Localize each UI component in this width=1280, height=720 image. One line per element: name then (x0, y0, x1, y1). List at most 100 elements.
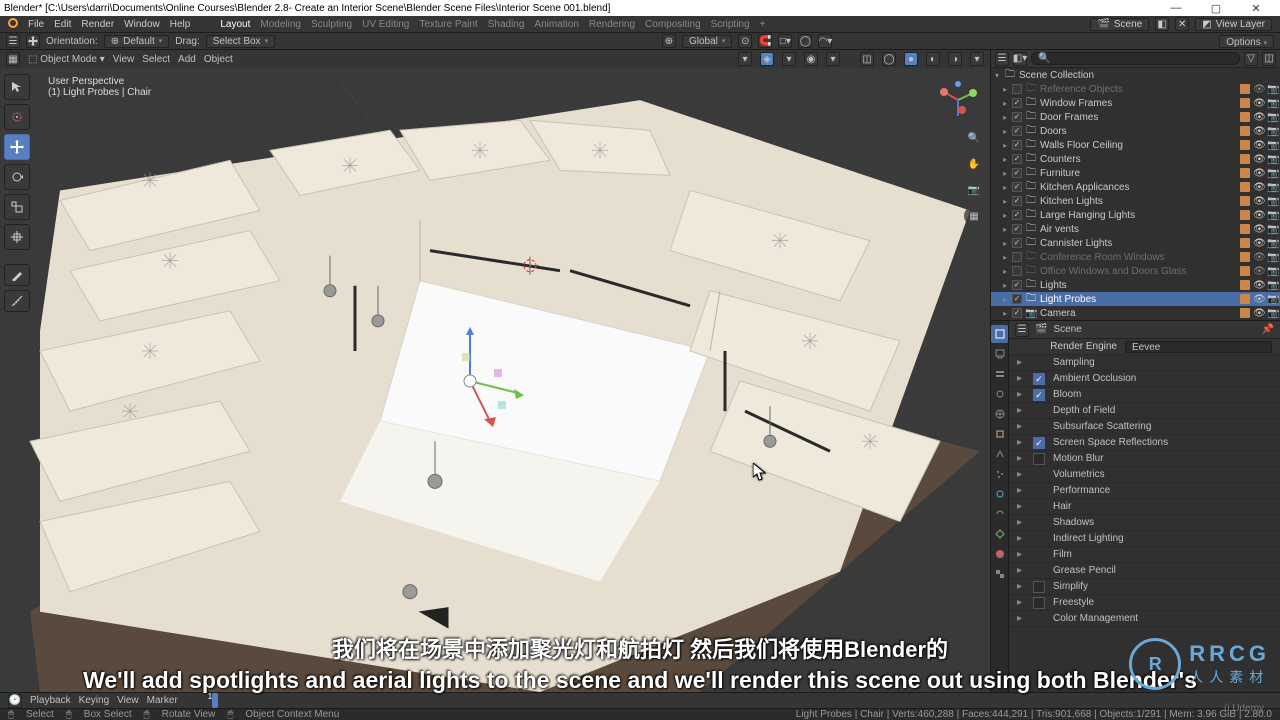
falloff-icon[interactable]: ◠▾ (818, 34, 832, 48)
visibility-icon[interactable]: 👁 (1253, 308, 1264, 319)
disable-icon[interactable]: 📷 (1267, 84, 1278, 95)
tool-move-icon[interactable] (26, 34, 40, 48)
tl-marker[interactable]: Marker (147, 695, 178, 706)
collection-enable-checkbox[interactable] (1012, 126, 1022, 136)
props-panel-header[interactable]: ▸Film (1009, 547, 1280, 563)
shading-options-icon[interactable]: ▾ (970, 52, 984, 66)
tl-keying[interactable]: Keying (79, 695, 110, 706)
tool-cursor-icon[interactable]: ☰ (6, 34, 20, 48)
panel-twist-icon[interactable]: ▸ (1017, 389, 1025, 400)
props-panel-header[interactable]: ▸Shadows (1009, 515, 1280, 531)
disable-icon[interactable]: 📷 (1267, 168, 1278, 179)
workspace-tab-compositing[interactable]: Compositing (645, 19, 701, 30)
workspace-tab-add[interactable]: + (760, 19, 766, 30)
props-panel-header[interactable]: ▸Motion Blur (1009, 451, 1280, 467)
visibility-icon[interactable]: 👁 (1253, 126, 1264, 137)
disable-icon[interactable]: 📷 (1267, 266, 1278, 277)
collection-enable-checkbox[interactable] (1012, 210, 1022, 220)
disable-icon[interactable]: 📷 (1267, 126, 1278, 137)
panel-twist-icon[interactable]: ▸ (1017, 421, 1025, 432)
tree-twist-icon[interactable]: ▸ (1001, 127, 1009, 136)
props-panel-header[interactable]: ▸Freestyle (1009, 595, 1280, 611)
tab-viewlayer[interactable] (991, 365, 1008, 383)
tree-twist-icon[interactable]: ▸ (1001, 295, 1009, 304)
selectability-icon[interactable]: ▾ (738, 52, 752, 66)
outliner-editor-icon[interactable]: ☰ (995, 52, 1009, 66)
tab-material[interactable] (991, 545, 1008, 563)
panel-twist-icon[interactable]: ▸ (1017, 533, 1025, 544)
visibility-icon[interactable]: 👁 (1253, 196, 1264, 207)
timeline-editor-icon[interactable]: 🕑 (8, 694, 22, 708)
shading-solid-icon[interactable]: ● (904, 52, 918, 66)
panel-twist-icon[interactable]: ▸ (1017, 597, 1025, 608)
tree-twist-icon[interactable]: ▸ (1001, 113, 1009, 122)
visibility-icon[interactable]: 👁 (1253, 238, 1264, 249)
tab-data[interactable] (991, 525, 1008, 543)
disable-icon[interactable]: 📷 (1267, 238, 1278, 249)
outliner-tree[interactable]: ▾ 🗀 Scene Collection ▸🗀Reference Objects… (991, 68, 1280, 320)
collection-enable-checkbox[interactable] (1012, 238, 1022, 248)
visibility-icon[interactable]: 👁 (1253, 112, 1264, 123)
visibility-icon[interactable]: 👁 (1253, 280, 1264, 291)
panel-twist-icon[interactable]: ▸ (1017, 437, 1025, 448)
vp-menu-add[interactable]: Add (178, 54, 196, 65)
mode-dropdown[interactable]: ⬚ Object Mode ▾ (28, 54, 105, 65)
collection-enable-checkbox[interactable] (1012, 140, 1022, 150)
workspace-tab-modeling[interactable]: Modeling (260, 19, 301, 30)
workspace-tab-texturepaint[interactable]: Texture Paint (419, 19, 477, 30)
tree-twist-icon[interactable]: ▸ (1001, 239, 1009, 248)
props-panel-header[interactable]: ▸Depth of Field (1009, 403, 1280, 419)
window-min-button[interactable]: — (1156, 2, 1196, 14)
collection-enable-checkbox[interactable] (1012, 196, 1022, 206)
zoom-icon[interactable]: 🔍 (964, 128, 984, 148)
perspective-toggle-icon[interactable]: ▦ (964, 206, 984, 226)
workspace-tab-shading[interactable]: Shading (488, 19, 525, 30)
tree-twist-icon[interactable]: ▸ (1001, 267, 1009, 276)
tree-twist-icon[interactable]: ▸ (1001, 253, 1009, 262)
panel-checkbox[interactable] (1033, 389, 1045, 401)
props-panel-header[interactable]: ▸Ambient Occlusion (1009, 371, 1280, 387)
editor-type-icon[interactable]: ▦ (6, 52, 20, 66)
pivot-icon[interactable]: ⊙ (738, 34, 752, 48)
visibility-icon[interactable]: 👁 (1253, 294, 1264, 305)
visibility-icon[interactable]: 👁 (1253, 168, 1264, 179)
panel-twist-icon[interactable]: ▸ (1017, 565, 1025, 576)
tree-twist-icon[interactable]: ▸ (1001, 281, 1009, 290)
panel-checkbox[interactable] (1033, 453, 1045, 465)
camera-view-icon[interactable]: 📷 (964, 180, 984, 200)
tab-scene[interactable] (991, 385, 1008, 403)
disable-icon[interactable]: 📷 (1267, 140, 1278, 151)
gizmo-options-icon[interactable]: ▾ (782, 52, 796, 66)
disable-icon[interactable]: 📷 (1267, 308, 1278, 319)
workspace-tab-animation[interactable]: Animation (534, 19, 578, 30)
collection-enable-checkbox[interactable] (1012, 294, 1022, 304)
workspace-tab-sculpting[interactable]: Sculpting (311, 19, 352, 30)
menu-render[interactable]: Render (81, 19, 114, 30)
props-panel-header[interactable]: ▸Hair (1009, 499, 1280, 515)
props-panel-header[interactable]: ▸Simplify (1009, 579, 1280, 595)
panel-twist-icon[interactable]: ▸ (1017, 613, 1025, 624)
collection-enable-checkbox[interactable] (1012, 252, 1022, 262)
collection-enable-checkbox[interactable] (1012, 98, 1022, 108)
tab-particles[interactable] (991, 465, 1008, 483)
viewlayer-selector[interactable]: ◩ View Layer (1195, 18, 1272, 31)
overlay-toggle-icon[interactable]: ◉ (804, 52, 818, 66)
tab-output[interactable] (991, 345, 1008, 363)
props-panel-header[interactable]: ▸Color Management (1009, 611, 1280, 627)
tree-twist-icon[interactable]: ▸ (1001, 155, 1009, 164)
tool-scale[interactable] (4, 194, 30, 220)
panel-checkbox[interactable] (1033, 437, 1045, 449)
options-dropdown[interactable]: Options ▾ (1219, 35, 1274, 48)
tool-measure[interactable] (4, 290, 30, 312)
outliner-display-icon[interactable]: ◧▾ (1013, 52, 1027, 66)
props-panel-header[interactable]: ▸Indirect Lighting (1009, 531, 1280, 547)
props-panel-header[interactable]: ▸Grease Pencil (1009, 563, 1280, 579)
tool-move[interactable] (4, 134, 30, 160)
tab-texture[interactable] (991, 565, 1008, 583)
panel-checkbox[interactable] (1033, 373, 1045, 385)
outliner-search-input[interactable]: 🔍 (1031, 52, 1240, 65)
visibility-icon[interactable]: 👁 (1253, 224, 1264, 235)
tree-twist-icon[interactable]: ▸ (1001, 197, 1009, 206)
tree-twist-icon[interactable]: ▸ (1001, 141, 1009, 150)
tab-object[interactable] (991, 425, 1008, 443)
